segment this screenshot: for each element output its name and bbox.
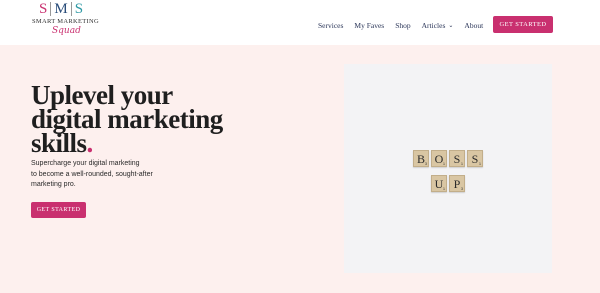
nav-item-label: Shop bbox=[395, 20, 411, 30]
subtext-line: marketing pro. bbox=[31, 181, 76, 188]
subtext-line: to become a well-rounded, sought-after bbox=[31, 170, 153, 178]
chevron-down-icon: ⌄ bbox=[448, 22, 454, 29]
scrabble-tile: O1 bbox=[431, 150, 447, 167]
tile-points: 1 bbox=[461, 162, 463, 166]
logo-monogram: S M S bbox=[39, 0, 83, 18]
scrabble-tile: U1 bbox=[431, 175, 447, 192]
nav-item-about[interactable]: About bbox=[464, 21, 483, 30]
nav-item-label: About bbox=[464, 20, 484, 30]
scrabble-tile: S1 bbox=[449, 150, 465, 167]
tile-points: 1 bbox=[443, 187, 445, 191]
headline-dot: . bbox=[86, 128, 94, 158]
logo-letter: S bbox=[39, 1, 48, 17]
tile-row: U1 P3 bbox=[431, 175, 465, 192]
logo-script: Squad bbox=[52, 26, 81, 36]
tile-points: 3 bbox=[425, 162, 427, 166]
headline-line: skills bbox=[31, 128, 87, 158]
hero-section: Uplevel your digital marketing skills. S… bbox=[0, 45, 600, 293]
tile-row: B3 O1 S1 S1 bbox=[413, 150, 483, 167]
tile-points: 1 bbox=[479, 162, 481, 166]
nav-item-my-faves[interactable]: My Faves bbox=[354, 21, 384, 30]
hero-headline: Uplevel your digital marketing skills. bbox=[31, 82, 261, 158]
logo-divider bbox=[70, 2, 72, 16]
logo-wordmark: SMART MARKETING bbox=[32, 18, 100, 25]
scrabble-tile: S1 bbox=[467, 150, 483, 167]
nav-item-label: My Faves bbox=[354, 20, 385, 30]
nav-item-label: Articles bbox=[421, 20, 446, 30]
nav-item-shop[interactable]: Shop bbox=[395, 21, 410, 30]
scrabble-tile: P3 bbox=[449, 175, 465, 192]
scrabble-tile: B3 bbox=[413, 150, 429, 167]
hero-subtext: Supercharge your digital marketing to be… bbox=[31, 159, 191, 191]
nav-item-articles[interactable]: Articles ⌄ bbox=[422, 21, 454, 30]
tile-points: 3 bbox=[461, 187, 463, 191]
site-logo[interactable]: S M S SMART MARKETING Squad bbox=[30, 0, 105, 44]
hero-image: B3 O1 S1 S1 U1 P3 bbox=[344, 64, 552, 273]
subtext-line: Supercharge your digital marketing bbox=[31, 160, 140, 167]
nav-item-label: Services bbox=[318, 20, 344, 30]
nav-item-services[interactable]: Services bbox=[318, 21, 343, 30]
logo-letter: S bbox=[74, 1, 84, 17]
logo-divider bbox=[50, 2, 52, 16]
main-nav: Services My Faves Shop Articles ⌄ About bbox=[318, 17, 494, 33]
get-started-nav-button[interactable]: GET STARTED bbox=[493, 16, 553, 33]
site-header: S M S SMART MARKETING Squad Services My … bbox=[0, 0, 600, 45]
get-started-hero-button[interactable]: GET STARTED bbox=[31, 202, 86, 218]
logo-letter: M bbox=[54, 1, 68, 17]
tile-points: 1 bbox=[443, 162, 445, 166]
